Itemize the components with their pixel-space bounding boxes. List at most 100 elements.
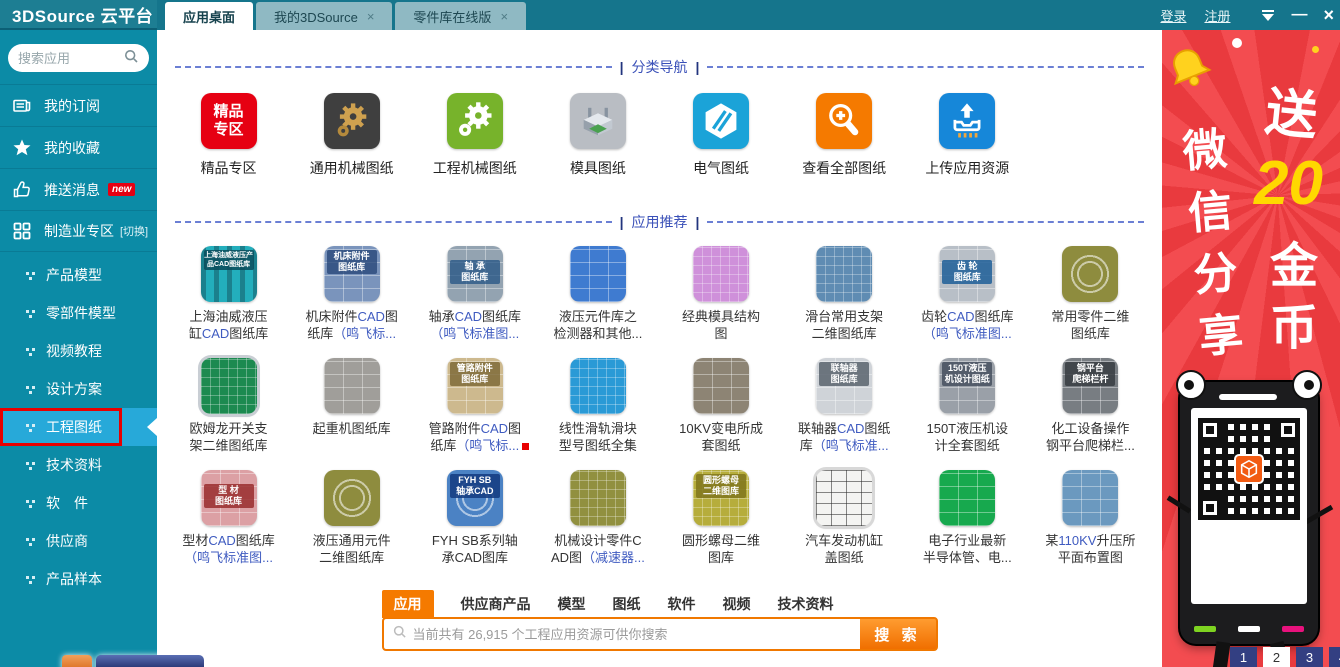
pagination-page-3[interactable]: 3 bbox=[1296, 647, 1323, 667]
mascot-arm bbox=[1166, 495, 1192, 514]
tab-0[interactable]: 应用桌面 bbox=[165, 2, 254, 30]
app-tile-23[interactable]: 某110KV升压所 平面布置图 bbox=[1029, 470, 1152, 566]
sidebar-sub-item-7[interactable]: 供应商 bbox=[0, 522, 157, 560]
sidebar-sub-item-6[interactable]: 软 件 bbox=[0, 484, 157, 522]
search-tab-3[interactable]: 图纸 bbox=[613, 594, 641, 614]
search-tab-1[interactable]: 供应商产品 bbox=[461, 594, 531, 614]
pagination-page-1[interactable]: 1 bbox=[1230, 647, 1257, 667]
search-tab-0[interactable]: 应用 bbox=[381, 589, 434, 618]
app-tile-10[interactable]: 管路附件 图纸库 管路附件CAD图 纸库（鸣飞标... bbox=[413, 358, 536, 454]
search-tab-2[interactable]: 模型 bbox=[558, 594, 586, 614]
minimize-icon[interactable]: — bbox=[1291, 6, 1307, 24]
app-tile-3[interactable]: 液压元件库之 检测器和其他... bbox=[536, 246, 659, 342]
section-app-recommend: | 应用推荐 | bbox=[175, 212, 1144, 232]
close-icon[interactable]: × bbox=[1323, 5, 1334, 26]
sidebar-sub-item-5[interactable]: 技术资料 bbox=[0, 446, 157, 484]
sidebar-sub-item-3[interactable]: 设计方案 bbox=[0, 370, 157, 408]
app-tile-16[interactable]: 型 材 图纸库 型材CAD图纸库 （鸣飞标准图... bbox=[167, 470, 290, 566]
app-tile-5[interactable]: 滑台常用支架 二维图纸库 bbox=[783, 246, 906, 342]
sidebar-item-3[interactable]: 制造业专区 [切换] bbox=[0, 210, 157, 252]
search-tab-4[interactable]: 软件 bbox=[668, 594, 696, 614]
app-tile-20[interactable]: 圆形螺母 二维图库 圆形螺母二维 图库 bbox=[660, 470, 783, 566]
sidebar-sub-item-2[interactable]: 视频教程 bbox=[0, 332, 157, 370]
app-icon-caption: 管路附件 图纸库 bbox=[449, 362, 500, 386]
banner-amount: 20 bbox=[1254, 149, 1323, 218]
app-tile-22[interactable]: 电子行业最新 半导体管、电... bbox=[906, 470, 1029, 566]
category-item-5[interactable]: 查看全部图纸 bbox=[783, 93, 906, 178]
tab-close-icon[interactable]: × bbox=[367, 9, 375, 24]
category-item-1[interactable]: 通用机械图纸 bbox=[290, 93, 413, 178]
sidebar-item-0[interactable]: 我的订阅 bbox=[0, 84, 157, 126]
app-tile-18[interactable]: FYH SB 轴承CAD FYH SB系列轴 承CAD图库 bbox=[413, 470, 536, 566]
app-tile-6[interactable]: 齿 轮 图纸库 齿轮CAD图纸库 （鸣飞标准图... bbox=[906, 246, 1029, 342]
app-tile-13[interactable]: 联轴器 图纸库 联轴器CAD图纸 库（鸣飞标准... bbox=[783, 358, 906, 454]
app-icon-caption: FYH SB 轴承CAD bbox=[449, 474, 500, 498]
register-link[interactable]: 注册 bbox=[1204, 6, 1230, 25]
app-tile-17[interactable]: 液压通用元件 二维图纸库 bbox=[290, 470, 413, 566]
app-icon: 机床附件 图纸库 bbox=[323, 246, 380, 302]
app-tile-9[interactable]: 起重机图纸库 bbox=[290, 358, 413, 454]
pagination-page-2[interactable]: 2 bbox=[1263, 647, 1290, 667]
app-label-line2: 图库 bbox=[708, 550, 735, 565]
app-label-line2: （鸣飞标准图... bbox=[430, 326, 520, 341]
app-tile-8[interactable]: 欧姆龙开关支 架二维图纸库 bbox=[167, 358, 290, 454]
sidebar-sub-item-label: 技术资料 bbox=[46, 457, 102, 473]
bullet-icon bbox=[26, 348, 29, 351]
promo-banner[interactable]: 微信分享 送 20 金 币 1234 bbox=[1162, 30, 1340, 667]
top-right-area: 登录 注册 — × bbox=[1160, 0, 1334, 30]
switch-suffix[interactable]: [切换] bbox=[120, 223, 148, 239]
sidebar-item-label: 我的订阅 bbox=[44, 97, 100, 114]
app-tile-11[interactable]: 线性滑轨滑块 型号图纸全集 bbox=[536, 358, 659, 454]
category-item-2[interactable]: 工程机械图纸 bbox=[413, 93, 536, 178]
app-icon bbox=[1062, 470, 1119, 526]
upload-icon bbox=[939, 93, 996, 149]
app-tile-12[interactable]: 10KV变电所成 套图纸 bbox=[660, 358, 783, 454]
app-tile-2[interactable]: 轴 承 图纸库 轴承CAD图纸库 （鸣飞标准图... bbox=[413, 246, 536, 342]
tab-close-icon[interactable]: × bbox=[500, 9, 508, 24]
phone-speaker bbox=[1219, 394, 1277, 400]
app-tile-14[interactable]: 150T液压 机设计图纸 150T液压机设 计全套图纸 bbox=[906, 358, 1029, 454]
app-label-line2: 承CAD图库 bbox=[441, 550, 509, 565]
app-tile-0[interactable]: 上海油威液压产 品CAD图纸库 上海油威液压 缸CAD图纸库 bbox=[167, 246, 290, 342]
sidebar-sub-item-label: 软 件 bbox=[46, 495, 88, 511]
app-label-line2: 图纸库 bbox=[1070, 326, 1110, 341]
collapse-icon[interactable] bbox=[1262, 9, 1275, 21]
app-label-line1: 常用零件二维 bbox=[1051, 309, 1130, 324]
app-label-line1: 150T液压机设 bbox=[926, 421, 1009, 436]
app-tile-15[interactable]: 钢平台 爬梯栏杆 化工设备操作 钢平台爬梯栏... bbox=[1029, 358, 1152, 454]
sidebar-sub-item-4[interactable]: 工程图纸 bbox=[0, 408, 157, 446]
sidebar-sub-item-0[interactable]: 产品模型 bbox=[0, 256, 157, 294]
search-input[interactable] bbox=[412, 626, 852, 642]
sidebar-item-2[interactable]: 推送消息 new bbox=[0, 168, 157, 210]
sidebar-ad-banner[interactable] bbox=[62, 655, 204, 667]
sidebar-sub-item-label: 供应商 bbox=[46, 533, 88, 549]
app-tile-19[interactable]: 机械设计零件C AD图（减速器... bbox=[536, 470, 659, 566]
app-icon bbox=[323, 358, 380, 414]
app-tile-21[interactable]: 汽车发动机缸 盖图纸 bbox=[783, 470, 906, 566]
gear-gold-icon bbox=[323, 93, 380, 149]
app-tile-7[interactable]: 常用零件二维 图纸库 bbox=[1029, 246, 1152, 342]
app-tile-4[interactable]: 经典模具结构图 bbox=[660, 246, 783, 342]
app-tile-1[interactable]: 机床附件 图纸库 机床附件CAD图 纸库（鸣飞标... bbox=[290, 246, 413, 342]
search-tab-5[interactable]: 视频 bbox=[723, 594, 751, 614]
category-label: 上传应用资源 bbox=[925, 160, 1010, 176]
category-item-3[interactable]: 模具图纸 bbox=[536, 93, 659, 178]
search-tab-6[interactable]: 技术资料 bbox=[778, 594, 834, 614]
pagination-page-4[interactable]: 4 bbox=[1329, 647, 1340, 667]
category-item-0[interactable]: 精品 专区 精品专区 bbox=[167, 93, 290, 178]
main-content: | 分类导航 | 精品 专区 精品专区 通用机械图纸 工程机械图纸 模具图纸 电气图纸 查看… bbox=[157, 30, 1162, 667]
sidebar-sub-item-1[interactable]: 零部件模型 bbox=[0, 294, 157, 332]
sidebar-item-1[interactable]: 我的收藏 bbox=[0, 126, 157, 168]
mascot-leg bbox=[1211, 641, 1231, 667]
sidebar-search-input[interactable] bbox=[18, 50, 123, 66]
login-link[interactable]: 登录 bbox=[1160, 6, 1186, 25]
sidebar-sub-item-8[interactable]: 产品样本 bbox=[0, 560, 157, 598]
tab-2[interactable]: 零件库在线版 × bbox=[395, 2, 527, 30]
app-label-line1: 电子行业最新 bbox=[928, 533, 1007, 548]
app-label-line1: FYH SB系列轴 bbox=[431, 533, 518, 548]
tab-1[interactable]: 我的3DSource × bbox=[256, 2, 393, 30]
search-button[interactable]: 搜 索 bbox=[859, 619, 936, 649]
category-item-6[interactable]: 上传应用资源 bbox=[906, 93, 1029, 178]
category-item-4[interactable]: 电气图纸 bbox=[660, 93, 783, 178]
app-label-line2: 缸CAD图纸库 bbox=[188, 326, 269, 341]
